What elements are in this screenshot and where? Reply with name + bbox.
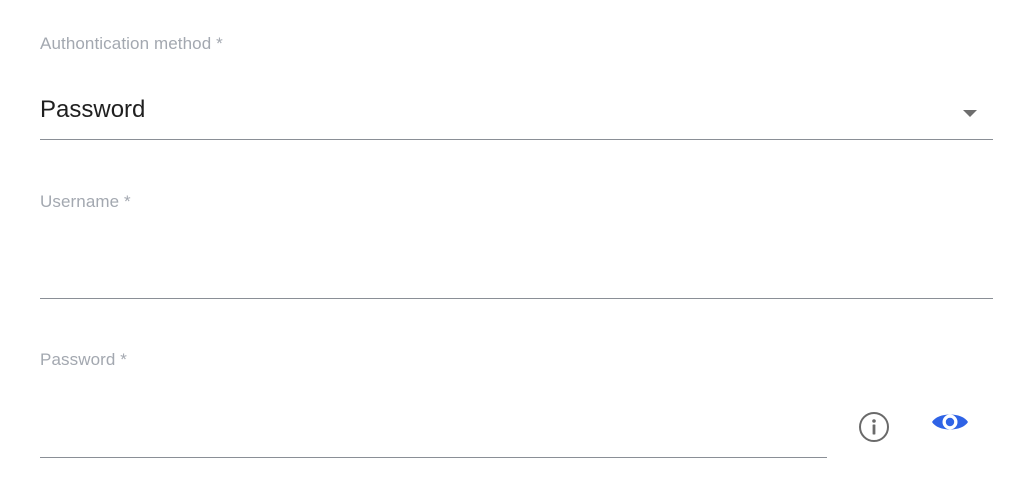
auth-method-underline	[40, 139, 993, 140]
caret-down-icon[interactable]	[963, 110, 977, 117]
info-icon[interactable]	[856, 409, 892, 445]
auth-method-value: Password	[40, 96, 146, 123]
credentials-form: Authontication method * Password Usernam…	[40, 0, 993, 496]
password-label: Password *	[40, 350, 127, 369]
auth-method-label: Authontication method *	[40, 34, 223, 53]
username-underline	[40, 298, 993, 299]
auth-method-select[interactable]: Password	[40, 84, 993, 140]
eye-icon[interactable]	[928, 404, 972, 440]
username-input[interactable]	[40, 250, 993, 290]
password-input[interactable]	[40, 408, 827, 448]
username-label: Username *	[40, 192, 131, 211]
password-underline	[40, 457, 827, 458]
